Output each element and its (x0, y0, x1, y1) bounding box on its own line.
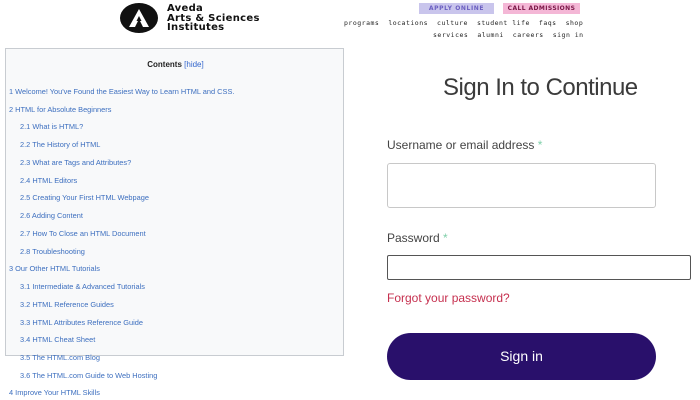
toc-item[interactable]: 2.6 Adding Content (20, 211, 83, 220)
toc-item[interactable]: 2.4 HTML Editors (20, 176, 77, 185)
sign-in-button[interactable]: Sign in (387, 333, 656, 380)
nav-careers[interactable]: careers (513, 31, 544, 39)
username-label-text: Username or email address (387, 138, 535, 152)
nav-alumni[interactable]: alumni (477, 31, 503, 39)
toc-item[interactable]: 2.5 Creating Your First HTML Webpage (20, 193, 149, 202)
call-admissions-button[interactable]: CALL ADMISSIONS (503, 3, 580, 14)
signin-title: Sign In to Continue (443, 74, 638, 101)
toc-item[interactable]: 3.3 HTML Attributes Reference Guide (20, 318, 143, 327)
required-mark: * (537, 138, 543, 152)
toc-item[interactable]: 2.1 What is HTML? (20, 122, 83, 131)
toc-item[interactable]: 3.1 Intermediate & Advanced Tutorials (20, 282, 145, 291)
password-field[interactable] (387, 255, 691, 280)
nav-locations[interactable]: locations (388, 19, 428, 27)
nav-student-life[interactable]: student life (477, 19, 530, 27)
toc-item[interactable]: 2.2 The History of HTML (20, 140, 100, 149)
password-label-text: Password (387, 231, 440, 245)
main-nav-row-1: programs locations culture student life … (344, 19, 583, 27)
toc-item[interactable]: 2.8 Troubleshooting (20, 247, 85, 256)
toc-item[interactable]: 3.2 HTML Reference Guides (20, 300, 114, 309)
toc-item[interactable]: 3.5 The HTML.com Blog (20, 353, 100, 362)
toc-heading: Contents [hide] (6, 60, 345, 69)
required-mark: * (443, 231, 448, 245)
username-field[interactable] (387, 163, 656, 208)
nav-shop[interactable]: shop (566, 19, 584, 27)
toc-item[interactable]: 4 Improve Your HTML Skills (9, 388, 100, 397)
aveda-logo-icon[interactable] (120, 3, 158, 33)
nav-sign-in[interactable]: sign in (553, 31, 584, 39)
toc-item[interactable]: 3 Our Other HTML Tutorials (9, 264, 100, 273)
apply-online-button[interactable]: APPLY ONLINE (419, 3, 494, 14)
nav-programs[interactable]: programs (344, 19, 379, 27)
main-nav-row-2: services alumni careers sign in (433, 31, 584, 39)
nav-faqs[interactable]: faqs (539, 19, 557, 27)
forgot-password-link[interactable]: Forgot your password? (387, 291, 510, 305)
logo-wordmark[interactable]: Aveda Arts & Sciences Institutes (167, 4, 260, 33)
nav-culture[interactable]: culture (437, 19, 468, 27)
toc-hide-link[interactable]: [hide] (184, 60, 204, 69)
logo-line-3: Institutes (167, 22, 225, 33)
toc-item[interactable]: 1 Welcome! You've Found the Easiest Way … (9, 87, 234, 96)
toc-title: Contents (147, 60, 182, 69)
password-label: Password * (387, 231, 448, 245)
nav-services[interactable]: services (433, 31, 468, 39)
toc-item[interactable]: 3.6 The HTML.com Guide to Web Hosting (20, 371, 157, 380)
toc-item[interactable]: 3.4 HTML Cheat Sheet (20, 335, 95, 344)
toc-item[interactable]: 2.3 What are Tags and Attributes? (20, 158, 131, 167)
username-label: Username or email address * (387, 138, 542, 152)
toc-item[interactable]: 2.7 How To Close an HTML Document (20, 229, 146, 238)
toc-item[interactable]: 2 HTML for Absolute Beginners (9, 105, 111, 114)
